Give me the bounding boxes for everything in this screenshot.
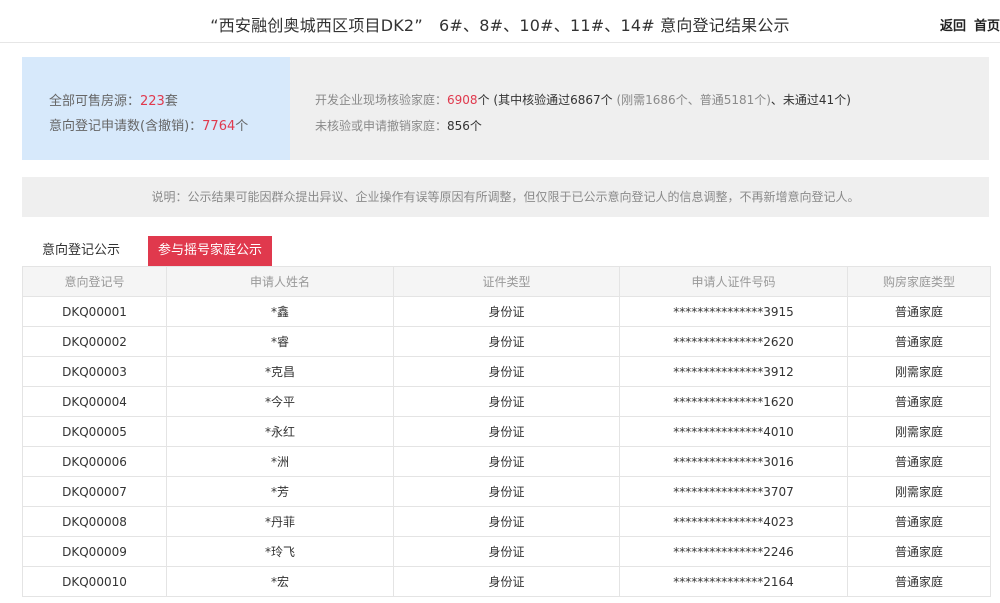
verified-breakdown: (刚需1686个、普通5181个) [616,93,771,107]
stats-summary: 全部可售房源：223套 意向登记申请数(含撤销)：7764个 [22,57,290,160]
applications-value: 7764 [202,119,236,134]
column-header: 购房家庭类型 [847,266,991,297]
registration-number: DKQ00003 [22,356,167,387]
family-type: 普通家庭 [847,386,991,417]
verified-label: 开发企业现场核验家庭： [315,93,448,107]
registration-number: DKQ00005 [22,416,167,447]
registration-number: DKQ00006 [22,446,167,477]
id-number: ***************2246 [619,536,848,567]
id-number: ***************3016 [619,446,848,477]
id-number: ***************3707 [619,476,848,507]
registration-number: DKQ00010 [22,566,167,597]
id-number: ***************2164 [619,566,848,597]
id-number: ***************4010 [619,416,848,447]
home-link[interactable]: 首页 [974,19,1000,34]
table-row: DKQ00001 *鑫 身份证 ***************3915 普通家庭 [22,296,991,327]
applicant-name: *克昌 [166,356,394,387]
registration-number: DKQ00001 [22,296,167,327]
applicant-name: *永红 [166,416,394,447]
id-number: ***************3915 [619,296,848,327]
applicant-name: *玲飞 [166,536,394,567]
applicant-name: *鑫 [166,296,394,327]
id-type: 身份证 [393,506,620,537]
stats-panel: 全部可售房源：223套 意向登记申请数(含撤销)：7764个 开发企业现场核验家… [22,57,989,160]
tab-lottery[interactable]: 参与摇号家庭公示 [148,236,272,266]
id-type: 身份证 [393,476,620,507]
id-type: 身份证 [393,386,620,417]
tab-registration[interactable]: 意向登记公示 [22,236,140,266]
back-link[interactable]: 返回 [940,19,966,34]
page-header: “西安融创奥城西区项目DK2” 6#、8#、10#、11#、14# 意向登记结果… [0,0,1000,43]
applicant-name: *宏 [166,566,394,597]
available-units-value: 223 [140,94,165,109]
registration-number: DKQ00004 [22,386,167,417]
family-type: 普通家庭 [847,446,991,477]
page-title: “西安融创奥城西区项目DK2” 6#、8#、10#、11#、14# 意向登记结果… [210,16,790,35]
family-type: 刚需家庭 [847,356,991,387]
column-header: 意向登记号 [22,266,167,297]
available-units-line: 全部可售房源：223套 [49,90,178,109]
unverified-value: 856个 [447,119,482,133]
notice-bar: 说明：公示结果可能因群众提出异议、企业操作有误等原因有所调整，但仅限于已公示意向… [22,177,989,217]
available-units-unit: 套 [164,94,178,109]
table-row: DKQ00005 *永红 身份证 ***************4010 刚需家… [22,416,991,447]
column-header: 证件类型 [393,266,620,297]
unverified-label: 未核验或申请撤销家庭： [315,119,448,133]
id-type: 身份证 [393,416,620,447]
family-type: 普通家庭 [847,296,991,327]
records-table: 意向登记号 申请人姓名 证件类型 申请人证件号码 购房家庭类型 DKQ00001… [22,266,991,597]
applicant-name: *洲 [166,446,394,477]
registration-number: DKQ00007 [22,476,167,507]
applications-unit: 个 [235,119,249,134]
verified-failed: 、未通过41个) [770,93,851,107]
id-type: 身份证 [393,446,620,477]
available-units-label: 全部可售房源： [49,94,141,109]
id-number: ***************2620 [619,326,848,357]
header-nav: 返回 首页 [932,15,1000,34]
id-number: ***************1620 [619,386,848,417]
family-type: 普通家庭 [847,536,991,567]
table-row: DKQ00006 *洲 身份证 ***************3016 普通家庭 [22,446,991,477]
applications-line: 意向登记申请数(含撤销)：7764个 [49,115,248,134]
verified-value: 6908 [447,93,478,107]
id-type: 身份证 [393,536,620,567]
unverified-line: 未核验或申请撤销家庭：856个 [315,117,482,134]
verified-passed: (其中核验通过6867个 [493,93,613,107]
applicant-name: *丹菲 [166,506,394,537]
applications-label: 意向登记申请数(含撤销)： [49,119,203,134]
table-header-row: 意向登记号 申请人姓名 证件类型 申请人证件号码 购房家庭类型 [22,266,991,297]
id-type: 身份证 [393,326,620,357]
table-row: DKQ00004 *今平 身份证 ***************1620 普通家… [22,386,991,417]
table-row: DKQ00008 *丹菲 身份证 ***************4023 普通家… [22,506,991,537]
family-type: 刚需家庭 [847,476,991,507]
family-type: 普通家庭 [847,506,991,537]
table-row: DKQ00003 *克昌 身份证 ***************3912 刚需家… [22,356,991,387]
family-type: 普通家庭 [847,566,991,597]
id-number: ***************3912 [619,356,848,387]
family-type: 普通家庭 [847,326,991,357]
table-row: DKQ00002 *睿 身份证 ***************2620 普通家庭 [22,326,991,357]
id-type: 身份证 [393,356,620,387]
table-row: DKQ00010 *宏 身份证 ***************2164 普通家庭 [22,566,991,597]
tab-bar: 意向登记公示 参与摇号家庭公示 [22,236,989,266]
column-header: 申请人姓名 [166,266,394,297]
column-header: 申请人证件号码 [619,266,848,297]
registration-number: DKQ00009 [22,536,167,567]
id-type: 身份证 [393,566,620,597]
table-row: DKQ00007 *芳 身份证 ***************3707 刚需家庭 [22,476,991,507]
id-type: 身份证 [393,296,620,327]
applicant-name: *今平 [166,386,394,417]
applicant-name: *芳 [166,476,394,507]
applicant-name: *睿 [166,326,394,357]
verified-unit: 个 [477,93,490,107]
registration-number: DKQ00008 [22,506,167,537]
verified-line: 开发企业现场核验家庭：6908个 (其中核验通过6867个 (刚需1686个、普… [315,91,851,108]
id-number: ***************4023 [619,506,848,537]
registration-number: DKQ00002 [22,326,167,357]
family-type: 刚需家庭 [847,416,991,447]
table-row: DKQ00009 *玲飞 身份证 ***************2246 普通家… [22,536,991,567]
